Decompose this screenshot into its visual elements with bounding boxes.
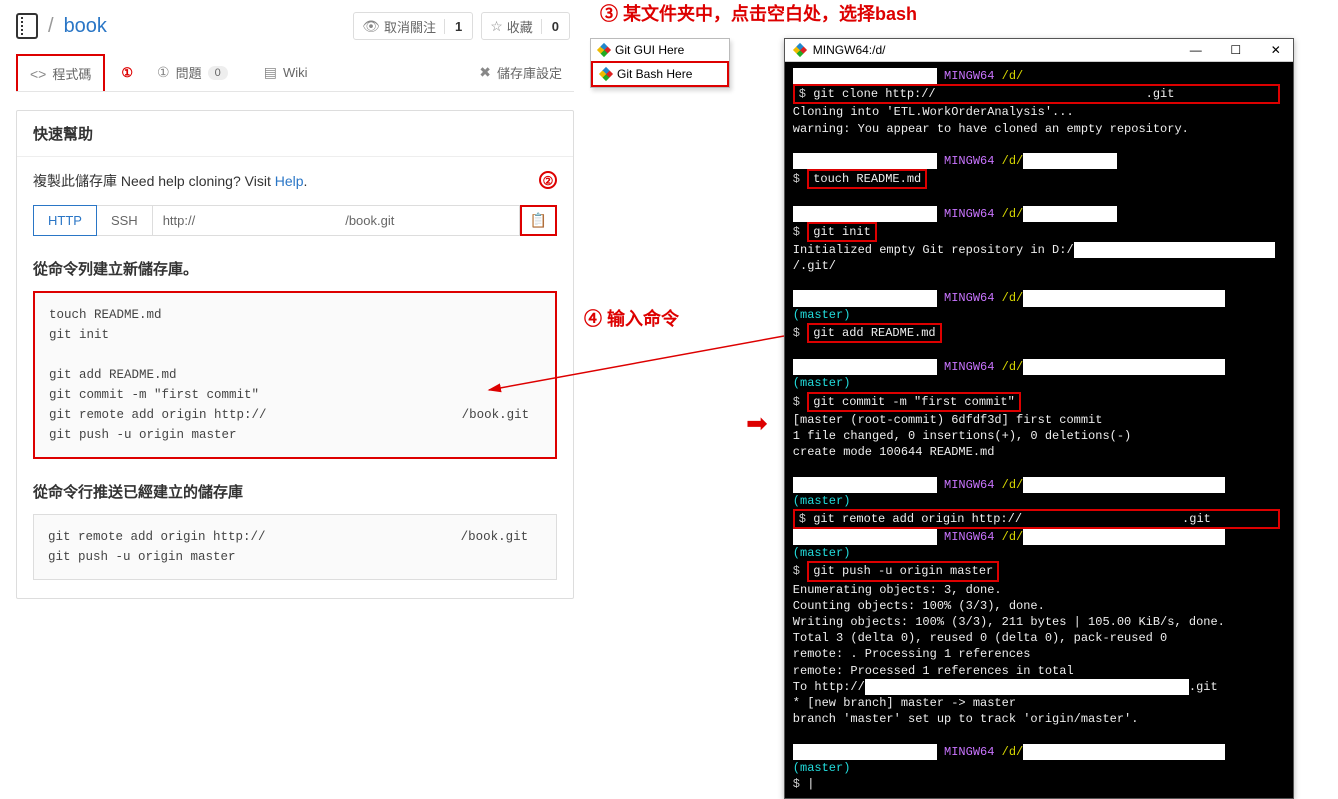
git-icon xyxy=(793,43,807,57)
tab-issues-label: 問題 xyxy=(176,63,202,82)
star-button[interactable]: ☆收藏 0 xyxy=(481,12,570,40)
tab-issues[interactable]: ① 問題 0 xyxy=(145,55,240,90)
star-icon: ☆ xyxy=(490,18,503,35)
git-icon xyxy=(599,67,613,81)
unwatch-button[interactable]: 👁取消關注 1 xyxy=(353,12,473,40)
issues-count: 0 xyxy=(208,66,228,80)
section-push-title: 從命令行推送已經建立的儲存庫 xyxy=(33,481,557,502)
term-line: create mode 100644 README.md xyxy=(793,444,1285,460)
menu-git-bash-label: Git Bash Here xyxy=(617,67,692,81)
annotation-4: ④ 输入命令 xyxy=(584,305,679,331)
term-line: remote: Processed 1 references in total xyxy=(793,663,1285,679)
term-line: Writing objects: 100% (3/3), 211 bytes |… xyxy=(793,614,1285,630)
tab-code[interactable]: <> 程式碼 xyxy=(16,54,105,91)
code-create-repo[interactable]: touch README.md git init git add README.… xyxy=(33,291,557,459)
proto-http[interactable]: HTTP xyxy=(33,205,97,236)
menu-git-bash[interactable]: Git Bash Here xyxy=(591,61,729,87)
proto-ssh[interactable]: SSH xyxy=(97,205,153,236)
term-line: Cloning into 'ETL.WorkOrderAnalysis'... xyxy=(793,104,1285,120)
term-line: [master (root-commit) 6dfdf3d] first com… xyxy=(793,412,1285,428)
maximize-button[interactable]: ☐ xyxy=(1229,43,1243,57)
menu-git-gui-label: Git GUI Here xyxy=(615,43,684,57)
wiki-icon: ▤ xyxy=(264,64,277,81)
tab-wiki-label: Wiki xyxy=(283,65,308,80)
menu-git-gui[interactable]: Git GUI Here xyxy=(591,39,729,61)
tab-settings[interactable]: ✖ 儲存庫設定 xyxy=(467,55,574,90)
issues-icon: ① xyxy=(157,64,170,81)
terminal-title: MINGW64:/d/ xyxy=(813,43,1163,57)
wrench-icon: ✖ xyxy=(479,64,491,81)
repo-icon xyxy=(16,13,38,39)
clone-desc: 複製此儲存庫 Need help cloning? Visit Help. ② xyxy=(33,171,557,191)
help-link[interactable]: Help xyxy=(275,173,304,189)
term-line: Enumerating objects: 3, done. xyxy=(793,582,1285,598)
term-line: * [new branch] master -> master xyxy=(793,695,1285,711)
card-title: 快速幫助 xyxy=(17,111,573,157)
unwatch-count: 1 xyxy=(444,19,472,34)
arrow-icon: ➡ xyxy=(746,408,768,439)
annotation-1: ① xyxy=(121,65,133,81)
close-button[interactable]: ✕ xyxy=(1269,43,1283,57)
tab-wiki[interactable]: ▤ Wiki xyxy=(252,56,320,89)
repo-header: / book 👁取消關注 1 ☆收藏 0 xyxy=(16,8,574,46)
minimize-button[interactable]: — xyxy=(1189,43,1203,57)
term-line: warning: You appear to have cloned an em… xyxy=(793,121,1285,137)
term-line: remote: . Processing 1 references xyxy=(793,646,1285,662)
annotation-2: ② xyxy=(539,171,557,189)
tabs: <> 程式碼 ① ① 問題 0 ▤ Wiki ✖ 儲存庫設定 xyxy=(16,54,574,92)
term-line: Total 3 (delta 0), reused 0 (delta 0), p… xyxy=(793,630,1285,646)
terminal-titlebar[interactable]: MINGW64:/d/ — ☐ ✕ xyxy=(785,39,1293,62)
git-icon xyxy=(597,43,611,57)
terminal-body[interactable]: xxxxxxxxxxxxxxxxxxxx MINGW64 /d/ $ git c… xyxy=(785,62,1293,798)
repo-name[interactable]: book xyxy=(64,15,107,38)
term-line: 1 file changed, 0 insertions(+), 0 delet… xyxy=(793,428,1285,444)
context-menu: Git GUI Here Git Bash Here xyxy=(590,38,730,88)
tab-settings-label: 儲存庫設定 xyxy=(497,63,562,82)
code-push-repo[interactable]: git remote add origin http:// /book.git … xyxy=(33,514,557,580)
clone-url-row: HTTP SSH http:///book.git 📋 xyxy=(33,205,557,236)
arrow-annotation-icon xyxy=(484,330,794,410)
clipboard-icon: 📋 xyxy=(530,212,547,228)
tab-code-label: 程式碼 xyxy=(52,64,91,83)
copy-button[interactable]: 📋 xyxy=(520,205,557,236)
clone-url-input[interactable]: http:///book.git xyxy=(153,205,520,236)
annotation-3: ③ 某文件夹中，点击空白处，选择bash xyxy=(600,0,1334,26)
section-create-title: 從命令列建立新儲存庫。 xyxy=(33,258,557,279)
eye-icon: 👁 xyxy=(362,18,380,35)
term-line: Counting objects: 100% (3/3), done. xyxy=(793,598,1285,614)
terminal-window: MINGW64:/d/ — ☐ ✕ xxxxxxxxxxxxxxxxxxxx M… xyxy=(784,38,1294,799)
code-icon: <> xyxy=(30,66,46,82)
term-line: branch 'master' set up to track 'origin/… xyxy=(793,711,1285,727)
breadcrumb-slash: / xyxy=(48,15,54,38)
star-count: 0 xyxy=(541,19,569,34)
